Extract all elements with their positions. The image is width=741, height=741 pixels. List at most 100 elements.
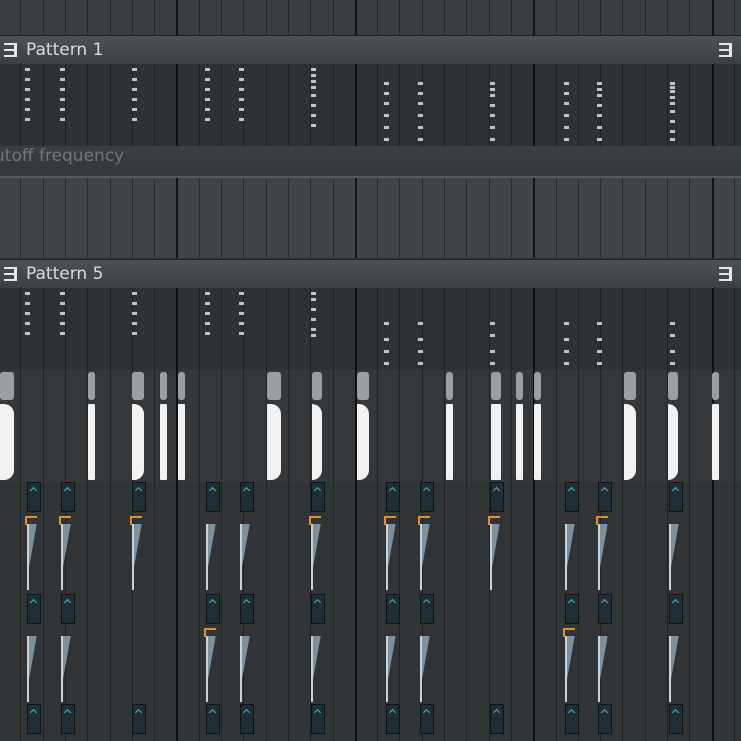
note-tick [418,126,423,129]
note-tick [564,114,569,117]
grid-line [355,704,357,741]
note-tick [205,332,210,335]
clip-menu-icon[interactable] [4,43,18,57]
waveform-segment [624,404,636,480]
grid-line [712,288,714,370]
note-tick [25,88,30,91]
grid-line [243,288,244,370]
note-tick [239,118,244,121]
sample-marker [422,598,431,607]
note-tick [384,126,389,129]
sample-clip-lane-2[interactable] [0,594,741,704]
sample-clip-lane-3[interactable] [0,704,741,741]
note-tick [60,68,65,71]
note-tick [132,108,137,111]
grid-line [333,704,334,741]
note-tick [490,362,495,365]
grid-line [199,704,200,741]
waveform-peak [446,372,453,400]
grid-line [43,288,44,370]
grid-line [466,704,467,741]
note-tick [132,312,137,315]
grid-line [355,64,357,146]
grid-line [221,64,222,146]
note-tick [418,338,423,341]
waveform-segment [0,404,14,480]
note-tick [384,114,389,117]
note-tick [60,108,65,111]
grid-line [511,594,512,704]
note-tick [384,138,389,141]
waveform-peak [132,372,144,400]
grid-line [422,178,423,258]
note-tick [205,118,210,121]
grid-line [489,0,490,36]
clip-handle-icon[interactable] [719,43,733,57]
grid-line [20,0,21,36]
grid-line [578,0,579,36]
note-tick [670,138,675,141]
grid-line [110,482,111,594]
grid-line [221,370,222,482]
waveform-peak [312,372,322,400]
grid-line [65,288,66,370]
audio-clip-lane[interactable] [0,370,741,482]
note-tick [490,350,495,353]
sample-marker [242,708,251,717]
top-track-lane[interactable] [0,0,741,36]
clip-menu-icon[interactable] [4,267,18,281]
grid-line [288,482,289,594]
note-tick [60,322,65,325]
grid-line [533,0,535,36]
grid-line [377,704,378,741]
note-tick [670,322,675,325]
grid-line [355,482,357,594]
note-tick [60,332,65,335]
sample-block [206,594,220,624]
waveform-peak [0,372,14,400]
sample-envelope [132,524,144,590]
grid-line [422,370,423,482]
grid-line [176,64,178,146]
waveform-peak [88,372,95,400]
sample-block [598,594,612,624]
note-tick [418,82,423,85]
sample-envelope [598,636,610,702]
pattern-clip-header-1[interactable]: Pattern 1 [0,35,741,65]
sample-marker [567,598,576,607]
grid-line [87,594,88,704]
sample-marker [242,486,251,495]
automation-clip-body[interactable] [0,178,741,258]
grid-line [466,482,467,594]
sample-block [132,704,146,734]
grid-line [288,594,289,704]
note-tick [490,82,495,85]
clip-handle-icon[interactable] [719,267,733,281]
pattern-clip-notes-5[interactable] [0,288,741,370]
sample-clip-lane-1[interactable] [0,482,741,594]
pattern-clip-header-5[interactable]: Pattern 5 [0,259,741,289]
grid-line [533,64,535,146]
grid-line [734,370,735,482]
grid-line [43,178,44,258]
grid-line [444,370,445,482]
grid-line [444,64,445,146]
grid-line [734,178,735,258]
grid-line [199,0,200,36]
sample-block [669,594,683,624]
note-tick [670,334,675,337]
automation-lane[interactable]: utoff frequency [0,146,741,258]
grid-line [712,0,714,36]
grid-line [355,178,357,258]
grid-line [154,178,155,258]
note-tick [239,98,244,101]
note-tick [132,302,137,305]
note-tick [670,110,675,113]
pattern-clip-notes-1[interactable] [0,64,741,146]
note-tick [311,334,316,337]
grid-line [645,370,646,482]
grid-line [466,370,467,482]
note-tick [132,118,137,121]
grid-line [578,64,579,146]
sample-block [386,594,400,624]
